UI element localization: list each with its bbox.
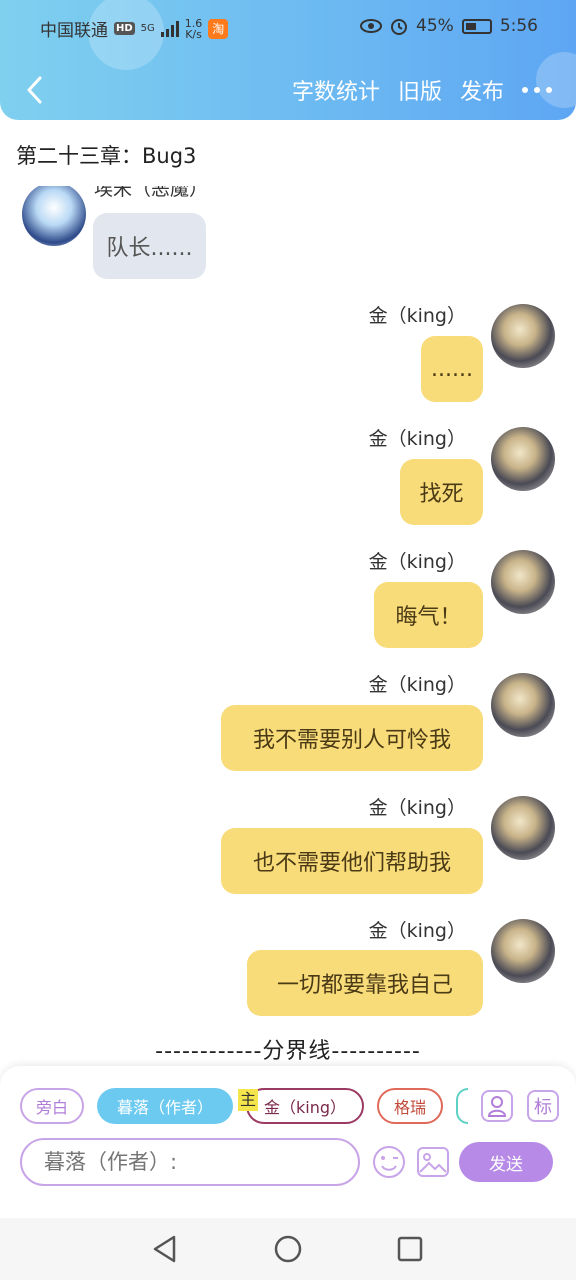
system-nav-bar [0,1218,576,1280]
more-button[interactable] [522,75,552,105]
image-icon[interactable] [417,1147,449,1177]
speaker-name: 金（king） [368,305,466,327]
role-chip-narration[interactable]: 旁白 [20,1088,84,1124]
net-speed: 1.6 K/s [185,18,203,40]
avatar[interactable] [491,304,555,368]
battery-icon [461,18,492,34]
net-speed-unit: K/s [185,27,202,41]
taobao-notification-icon: 淘 [208,18,229,39]
main-role-badge: 主 [238,1089,259,1111]
more-dot [522,87,528,93]
back-triangle-icon[interactable] [152,1235,178,1263]
message-input[interactable] [20,1138,360,1186]
message-bubble[interactable]: 找死 [400,459,483,525]
recents-square-icon[interactable] [397,1236,423,1262]
carrier-label: 中国联通 [40,21,108,41]
eye-icon [360,19,383,33]
network-type: 5G [140,22,155,34]
avatar[interactable] [491,550,555,614]
avatar[interactable] [22,186,86,246]
section-divider: ------------分界线---------- [155,1039,421,1064]
status-bar: 中国联通 HD 5G 1.6 K/s 淘 45% 5:56 [0,12,576,44]
composer-panel: 旁白 暮落（作者） 金（king） 主 格瑞 标 发送 [0,1066,576,1218]
message-bubble[interactable]: 我不需要别人可怜我 [221,705,483,771]
speaker-name: 金（king） [368,797,466,819]
tag-button[interactable]: 标 [527,1090,559,1122]
speaker-name: 金（king） [368,428,466,450]
old-version-button[interactable]: 旧版 [398,74,442,106]
word-count-button[interactable]: 字数统计 [292,74,380,106]
back-button[interactable] [18,72,50,108]
avatar[interactable] [491,427,555,491]
role-chip-partial[interactable] [456,1088,468,1124]
role-chip-author[interactable]: 暮落（作者） [97,1088,233,1124]
message-bubble[interactable]: 晦气！ [374,582,483,648]
battery-percent: 45% [416,16,454,36]
avatar[interactable] [491,919,555,983]
chevron-left-icon [27,76,42,104]
message-bubble[interactable]: 一切都要靠我自己 [247,950,483,1016]
top-header: 中国联通 HD 5G 1.6 K/s 淘 45% 5:56 字数统计 旧版 发布 [0,0,576,120]
signal-icon [160,20,179,37]
emoji-icon[interactable] [372,1145,406,1179]
alarm-icon [391,19,408,35]
user-icon [487,1096,507,1117]
add-role-button[interactable] [481,1090,513,1122]
chapter-title: 第二十三章：Bug3 [16,144,197,168]
speaker-name: 金（king） [368,674,466,696]
hd-badge: HD [114,22,135,35]
speaker-name: 金（king） [368,551,466,573]
chat-area[interactable]: 埃米（恶魔） 队长...... 金（king） ...... 金（king） 找… [0,186,576,1066]
send-button[interactable]: 发送 [459,1142,553,1182]
more-dot [534,87,540,93]
more-dot [546,87,552,93]
clock: 5:56 [499,16,538,36]
message-bubble[interactable]: 队长...... [93,213,206,279]
message-bubble[interactable]: ...... [421,336,483,402]
avatar[interactable] [491,796,555,860]
speaker-name: 金（king） [368,920,466,942]
role-chip-king[interactable]: 金（king） [246,1088,364,1124]
avatar[interactable] [491,673,555,737]
role-chip-gerui[interactable]: 格瑞 [377,1088,443,1124]
message-bubble[interactable]: 也不需要他们帮助我 [221,828,483,894]
home-circle-icon[interactable] [274,1235,302,1263]
nav-bar: 字数统计 旧版 发布 [0,70,576,110]
speaker-name: 埃米（恶魔） [94,186,209,200]
publish-button[interactable]: 发布 [460,74,504,106]
